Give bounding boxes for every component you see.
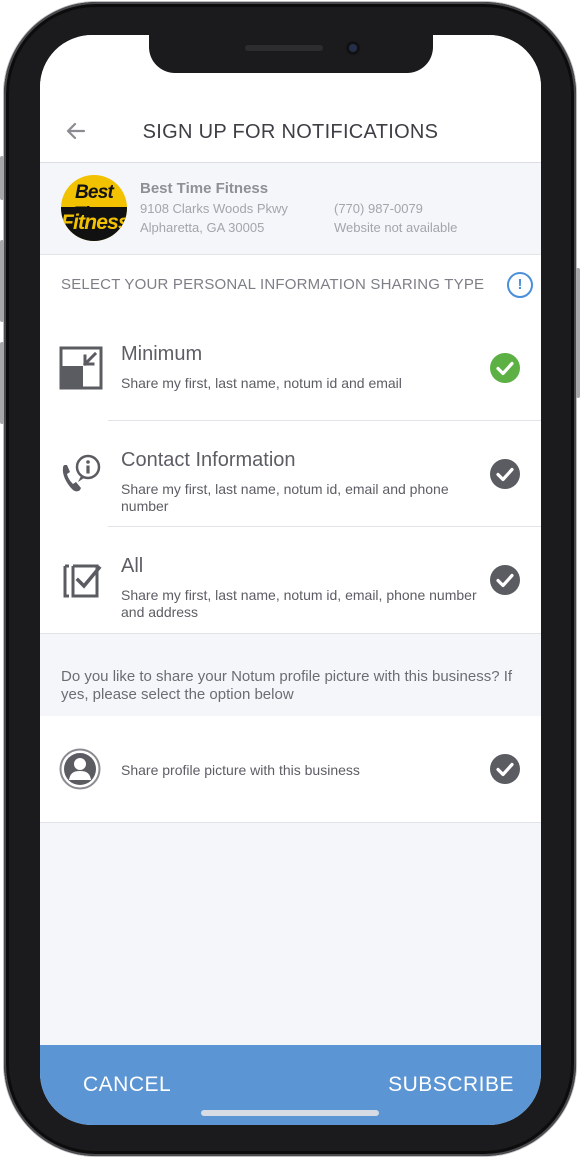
option-title: Minimum: [121, 343, 203, 365]
check-circle-icon[interactable]: [490, 754, 520, 784]
phone-volume-up-button: [0, 240, 4, 322]
logo-line-2: Fitness: [61, 211, 127, 234]
business-address-line1: 9108 Clarks Woods Pkwy: [140, 201, 288, 216]
subscribe-button[interactable]: SUBSCRIBE: [388, 1073, 514, 1097]
sharing-options-list: Minimum Share my first, last name, notum…: [40, 315, 541, 633]
page-title: SIGN UP FOR NOTIFICATIONS: [142, 121, 439, 143]
checkbox-icon: [63, 564, 102, 598]
sharing-option-all[interactable]: All Share my first, last name, notum id,…: [40, 527, 541, 633]
share-profile-picture-label: Share profile picture with this business: [121, 762, 360, 778]
business-address-line2: Alpharetta, GA 30005: [140, 220, 265, 235]
sharing-type-header: SELECT YOUR PERSONAL INFORMATION SHARING…: [40, 254, 541, 316]
profile-picture-question: Do you like to share your Notum profile …: [61, 668, 513, 703]
option-description: Share my first, last name, notum id and …: [121, 375, 402, 391]
front-camera: [346, 41, 360, 55]
business-phone[interactable]: (770) 987-0079: [334, 201, 423, 216]
option-title: All: [121, 555, 144, 577]
cancel-button[interactable]: CANCEL: [83, 1073, 171, 1097]
business-card: Best Time Fitness Best Time Fitness 9108…: [40, 163, 541, 254]
option-description: Share my first, last name, notum id, ema…: [121, 481, 449, 514]
minimize-icon: [59, 346, 103, 390]
business-logo: Best Time Fitness: [61, 175, 127, 241]
avatar-icon: [59, 748, 101, 790]
home-indicator[interactable]: [201, 1110, 379, 1116]
phone-volume-down-button: [0, 342, 4, 424]
check-circle-icon[interactable]: [490, 459, 520, 489]
sharing-option-minimum[interactable]: Minimum Share my first, last name, notum…: [40, 315, 541, 421]
phone-power-button: [576, 268, 580, 398]
speaker-grille: [245, 45, 323, 51]
business-name: Best Time Fitness: [140, 180, 269, 197]
sharing-type-label: SELECT YOUR PERSONAL INFORMATION SHARING…: [61, 276, 485, 293]
profile-picture-question-panel: Do you like to share your Notum profile …: [40, 633, 541, 717]
phone-info-icon: [62, 454, 101, 492]
app-screen: SIGN UP FOR NOTIFICATIONS Best Time Fitn…: [40, 35, 541, 1125]
phone-side-button: [0, 156, 4, 200]
sharing-option-contact-information[interactable]: Contact Information Share my first, last…: [40, 421, 541, 527]
phone-notch: [149, 35, 433, 73]
option-description: Share my first, last name, notum id, ema…: [121, 587, 477, 620]
info-icon[interactable]: !: [507, 272, 533, 298]
option-title: Contact Information: [121, 449, 296, 471]
check-circle-icon[interactable]: [490, 565, 520, 595]
business-website: Website not available: [334, 220, 458, 235]
check-circle-selected-icon[interactable]: [490, 353, 520, 383]
share-profile-picture-option[interactable]: Share profile picture with this business: [40, 716, 541, 823]
